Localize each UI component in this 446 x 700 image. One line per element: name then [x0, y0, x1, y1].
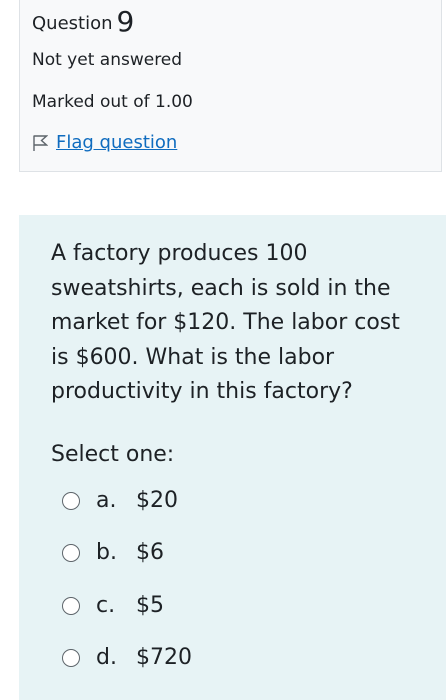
answer-option-c[interactable]: c. $5 [62, 593, 164, 618]
option-label: $720 [136, 645, 192, 670]
flag-question-link[interactable]: Flag question [56, 132, 177, 153]
question-text: A factory produces 100 sweatshirts, each… [51, 241, 400, 404]
flag-icon[interactable] [32, 134, 48, 152]
question-word: Question [32, 13, 113, 34]
answer-option-a[interactable]: a. $20 [62, 488, 178, 513]
option-label: $20 [136, 488, 178, 513]
radio-button[interactable] [62, 648, 80, 667]
option-label: $5 [136, 593, 164, 618]
question-grade: Marked out of 1.00 [32, 92, 193, 112]
option-letter: a. [96, 488, 117, 513]
radio-button[interactable] [62, 543, 80, 562]
answer-option-d[interactable]: d. $720 [62, 645, 192, 670]
radio-button[interactable] [62, 596, 80, 615]
answer-option-b[interactable]: b. $6 [62, 540, 164, 565]
question-content-panel: A factory produces 100 sweatshirts, each… [19, 215, 446, 700]
option-letter: d. [96, 645, 117, 670]
option-label: $6 [136, 540, 164, 565]
option-letter: c. [96, 593, 116, 618]
radio-button[interactable] [62, 491, 80, 510]
option-letter: b. [96, 540, 117, 565]
question-info-panel: Question 9 Not yet answered Marked out of… [19, 0, 442, 172]
question-heading: Question 9 [32, 7, 134, 39]
question-state: Not yet answered [32, 50, 183, 70]
select-prompt: Select one: [51, 442, 175, 467]
question-number: 9 [116, 5, 135, 38]
flag-question-control[interactable]: Flag question [32, 132, 177, 153]
